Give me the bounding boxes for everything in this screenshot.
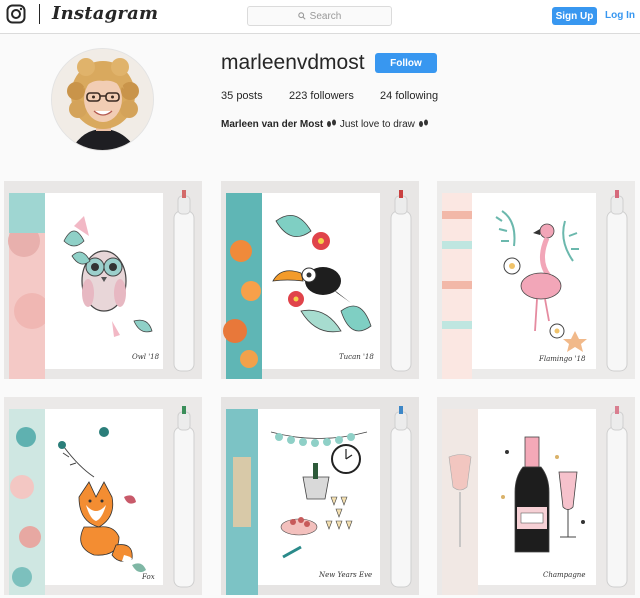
- post-image: Fox: [4, 397, 202, 595]
- posts-label: posts: [236, 90, 263, 102]
- search-placeholder: Search: [309, 10, 342, 22]
- post-caption: Champagne: [543, 571, 585, 579]
- bio-text: Just love to draw: [339, 119, 415, 130]
- footprints-icon: [418, 119, 428, 127]
- instagram-logo[interactable]: Instagram: [52, 3, 158, 24]
- post-caption: Fox: [141, 573, 155, 581]
- following-count: 24: [380, 90, 393, 102]
- post-tile-toucan[interactable]: Tucan '18: [221, 181, 419, 379]
- log-in-link[interactable]: Log In: [605, 10, 635, 21]
- post-image: Tucan '18: [221, 181, 419, 379]
- post-caption: Tucan '18: [339, 353, 374, 361]
- search-input[interactable]: Search: [247, 6, 392, 26]
- post-tile-new-years-eve[interactable]: New Years Eve: [221, 397, 419, 595]
- profile-full-name: Marleen van der Most: [221, 119, 324, 130]
- followers-label: followers: [310, 90, 354, 102]
- post-caption: Owl '18: [132, 353, 160, 361]
- search-icon: [297, 12, 306, 20]
- post-image: New Years Eve: [221, 397, 419, 595]
- post-image: Champagne: [437, 397, 635, 595]
- post-caption: Flamingo '18: [538, 355, 586, 363]
- profile-bio: Marleen van der Most Just love to draw: [221, 119, 429, 130]
- posts-count: 35: [221, 90, 234, 102]
- post-image: Owl '18: [4, 181, 202, 379]
- posts-stat: 35 posts: [221, 90, 263, 102]
- sign-up-button[interactable]: Sign Up: [552, 7, 597, 25]
- profile-avatar[interactable]: [51, 48, 154, 151]
- following-label: following: [395, 90, 439, 102]
- top-nav: Instagram Search Sign Up Log In: [0, 0, 640, 34]
- post-image: Flamingo '18: [437, 181, 635, 379]
- post-tile-owl[interactable]: Owl '18: [4, 181, 202, 379]
- post-tile-flamingo[interactable]: Flamingo '18: [437, 181, 635, 379]
- post-tile-fox[interactable]: Fox: [4, 397, 202, 595]
- post-tile-champagne[interactable]: Champagne: [437, 397, 635, 595]
- followers-count: 223: [289, 90, 308, 102]
- nav-divider: [39, 4, 40, 24]
- follow-button[interactable]: Follow: [375, 53, 437, 73]
- followers-stat[interactable]: 223 followers: [289, 90, 354, 102]
- post-caption: New Years Eve: [318, 571, 372, 579]
- following-stat[interactable]: 24 following: [380, 90, 438, 102]
- footprints-icon: [327, 119, 337, 127]
- instagram-camera-icon[interactable]: [6, 4, 26, 24]
- avatar-photo: [52, 49, 153, 150]
- profile-username: marleenvdmost: [221, 51, 365, 74]
